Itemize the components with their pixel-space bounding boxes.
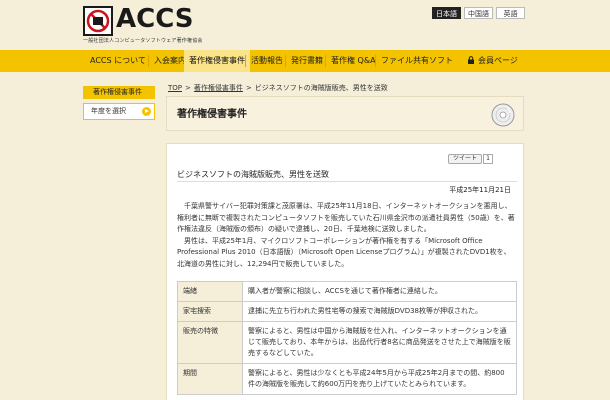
article-paragraph: 男性は、平成25年1月、マイクロソフトコーポレーションが著作権を有する「Micr… <box>177 236 511 268</box>
nav-item-activity[interactable]: 活動報告 <box>251 50 283 72</box>
nav-divider <box>325 55 326 67</box>
table-value: 警察によると、男性は中国から海賊版を仕入れ、インターネットオークションを通じて販… <box>242 321 517 364</box>
lock-icon <box>468 56 474 64</box>
article-title: ビジネスソフトの海賊版販売、男性を送致 <box>177 170 329 179</box>
member-page-link[interactable]: 会員ページ <box>467 50 518 72</box>
article-panel: ツイート 1 ビジネスソフトの海賊版販売、男性を送致 平成25年11月21日 千… <box>166 143 524 400</box>
nav-divider <box>148 55 149 67</box>
table-row: 期間 警察によると、男性は少なくとも平成24年5月から平成25年2月までの間、約… <box>177 363 517 395</box>
table-value: 逮捕に先立ち行われた男性宅等の捜索で海賊版DVD38枚等が押収された。 <box>242 301 517 322</box>
breadcrumb-section-link[interactable]: 著作権侵害事件 <box>194 84 243 92</box>
nav-item-infringement[interactable]: 著作権侵害事件 <box>184 50 250 72</box>
page-title-box: 著作権侵害事件 <box>166 96 524 131</box>
member-page-label: 会員ページ <box>478 56 518 65</box>
nav-item-qa[interactable]: 著作権 Q&A <box>331 50 376 72</box>
year-select-label: 年度を選択 <box>91 107 126 115</box>
table-value: 購入者が警察に相談し、ACCSを通じて著作権者に連絡した。 <box>242 281 517 302</box>
breadcrumb-separator: > <box>245 84 252 92</box>
title-divider <box>177 181 517 182</box>
nav-item-about[interactable]: ACCS について <box>90 50 146 72</box>
lang-chinese-button[interactable]: 中国語 <box>464 7 493 19</box>
sidebar-heading: 著作権侵害事件 <box>83 86 155 99</box>
breadcrumb-separator: > <box>185 84 191 92</box>
article-date: 平成25年11月21日 <box>449 186 511 194</box>
table-row: 端緒 購入者が警察に相談し、ACCSを通じて著作権者に連絡した。 <box>177 281 517 302</box>
arrow-right-icon <box>142 107 151 116</box>
tweet-button[interactable]: ツイート <box>448 154 483 164</box>
nav-item-books[interactable]: 発行書籍 <box>291 50 323 72</box>
table-key: 家宅捜索 <box>177 301 243 322</box>
accs-logo[interactable]: ACCS 一般社団法人コンピュータソフトウェア著作権協会 <box>83 4 233 44</box>
logo-text: ACCS <box>116 4 194 34</box>
logo-subtitle: 一般社団法人コンピュータソフトウェア著作権協会 <box>83 38 203 44</box>
nav-item-fileshare[interactable]: ファイル共有ソフト <box>381 50 453 72</box>
breadcrumb: TOP > 著作権侵害事件 > ビジネスソフトの海賊版販売、男性を送致 <box>168 83 388 93</box>
table-row: 販売の特徴 警察によると、男性は中国から海賊版を仕入れ、インターネットオークショ… <box>177 321 517 364</box>
site-header: ACCS 一般社団法人コンピュータソフトウェア著作権協会 日本語 中国語 英語 <box>0 0 610 46</box>
main-nav: ACCS について 入会案内 著作権侵害事件 活動報告 発行書籍 著作権 Q&A… <box>0 50 610 72</box>
sidebar: 著作権侵害事件 年度を選択 <box>83 86 155 120</box>
article-body: 千葉県警サイバー犯罪対策課と茂原署は、平成25年11月18日、インターネットオー… <box>177 201 517 270</box>
table-row: 家宅捜索 逮捕に先立ち行われた男性宅等の捜索で海賊版DVD38枚等が押収された。 <box>177 301 517 322</box>
breadcrumb-current: ビジネスソフトの海賊版販売、男性を送致 <box>254 84 388 92</box>
nav-divider <box>375 55 376 67</box>
disc-icon <box>491 103 515 127</box>
nav-divider <box>245 55 246 67</box>
nav-item-join[interactable]: 入会案内 <box>154 50 186 72</box>
article-paragraph: 千葉県警サイバー犯罪対策課と茂原署は、平成25年11月18日、インターネットオー… <box>177 202 515 233</box>
table-value: 警察によると、男性は少なくとも平成24年5月から平成25年2月までの間、約800… <box>242 363 517 395</box>
lang-japanese-button[interactable]: 日本語 <box>432 7 461 19</box>
table-key: 端緒 <box>177 281 243 302</box>
breadcrumb-top-link[interactable]: TOP <box>168 84 182 92</box>
case-details-table: 端緒 購入者が警察に相談し、ACCSを通じて著作権者に連絡した。 家宅捜索 逮捕… <box>177 281 517 395</box>
nav-divider <box>285 55 286 67</box>
table-key: 期間 <box>177 363 243 395</box>
page-title: 著作権侵害事件 <box>177 109 247 120</box>
lang-english-button[interactable]: 英語 <box>496 7 525 19</box>
logo-mark-icon <box>83 6 113 36</box>
table-key: 販売の特徴 <box>177 321 243 364</box>
year-select-button[interactable]: 年度を選択 <box>83 103 155 120</box>
tweet-count: 1 <box>483 154 493 164</box>
